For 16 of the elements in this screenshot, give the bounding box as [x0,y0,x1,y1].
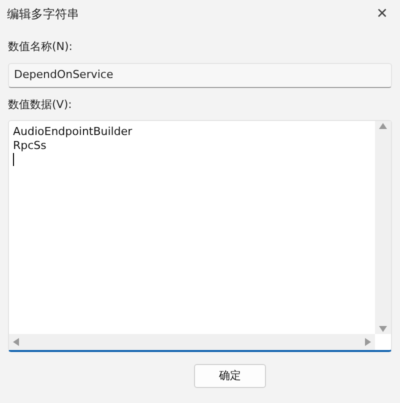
scroll-right-icon[interactable] [365,338,371,346]
field-label: 数值名称(N): [8,39,74,55]
ok-button[interactable]: 确定 [194,364,266,388]
scroll-up-icon[interactable] [379,123,387,129]
text-area[interactable]: AudioEndpointBuilder RpcSs [8,120,392,352]
field-label: 数值数据(V): [8,96,73,112]
scroll-down-icon[interactable] [379,326,387,332]
text-line: RpcSs [13,139,48,153]
close-button[interactable]: ✕ [372,4,392,24]
input-field[interactable]: DependOnService [8,62,392,88]
horizontal-scrollbar[interactable] [9,334,375,350]
vertical-scrollbar[interactable] [375,121,391,334]
window-title: 编辑多字符串 [7,6,79,23]
scroll-left-icon[interactable] [13,338,19,346]
text-cursor [13,153,14,166]
text-line: AudioEndpointBuilder [13,125,132,139]
